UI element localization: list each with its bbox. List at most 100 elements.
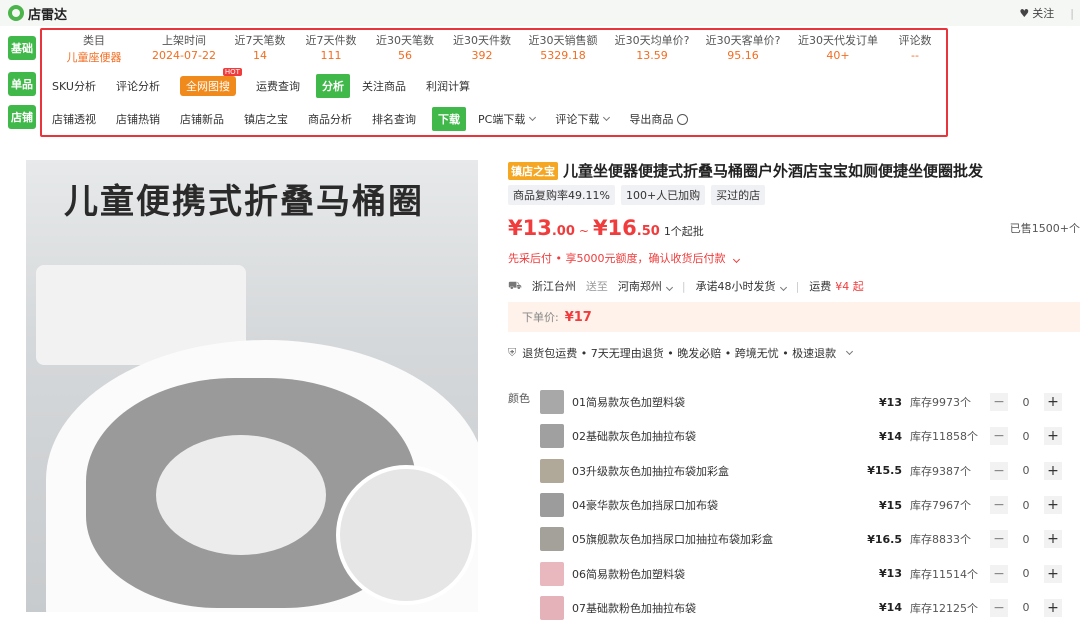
analysis-label[interactable]: 分析: [315, 74, 350, 98]
stat-header: 近30天销售额: [528, 34, 598, 47]
increment-button[interactable]: +: [1044, 598, 1062, 617]
stat-header: 上架时间: [162, 34, 206, 47]
plugin-panel: 类目 上架时间 近7天笔数 近7天件数 近30天笔数 近30天件数 近30天销售…: [40, 28, 948, 137]
quantity-value[interactable]: 0: [1008, 601, 1044, 614]
shop-treasure-button[interactable]: 镇店之宝: [234, 107, 298, 131]
quantity-value[interactable]: 0: [1008, 464, 1044, 477]
decrement-button[interactable]: −: [990, 461, 1008, 480]
decrement-button[interactable]: −: [990, 393, 1008, 412]
decrement-button[interactable]: −: [990, 530, 1008, 549]
price-low-dec: .00: [551, 224, 575, 239]
stat-value: 14: [253, 49, 267, 62]
export-products-label: 导出商品: [629, 113, 674, 126]
review-download-label: 评论下载: [555, 113, 600, 126]
variant-row: 02基础款灰色加抽拉布袋 ¥14 库存11858个 −0 +: [540, 419, 1080, 453]
variant-thumbnail[interactable]: [540, 424, 564, 449]
increment-button[interactable]: +: [1044, 393, 1062, 412]
variant-stock: 库存9387个: [910, 464, 971, 478]
chevron-down-icon: [665, 283, 673, 292]
shop-new-button[interactable]: 店铺新品: [170, 107, 234, 131]
shop-hot-button[interactable]: 店铺热销: [106, 107, 170, 131]
variant-row: 03升级款灰色加抽拉布袋加彩盒 ¥15.5 库存9387个 −0 +: [540, 454, 1080, 488]
variant-thumbnail[interactable]: [540, 458, 564, 483]
variant-stock: 库存7967个: [910, 499, 971, 513]
stat-header: 近30天均单价?: [614, 34, 690, 47]
decrement-button[interactable]: −: [990, 496, 1008, 515]
freight-query-button[interactable]: 运费查询: [246, 74, 310, 98]
image-title: 儿童便携式折叠马桶圈: [64, 182, 424, 222]
decrement-button[interactable]: −: [990, 564, 1008, 583]
tag-basic[interactable]: 基础: [8, 36, 36, 60]
top-bar: 店雷达 ♥ 关注 |: [0, 0, 1080, 26]
review-download-dropdown[interactable]: 评论下载: [545, 107, 619, 131]
variant-name: 07基础款粉色加抽拉布袋: [572, 601, 696, 615]
variant-thumbnail[interactable]: [540, 595, 564, 620]
moq-text: 1个起批: [663, 225, 704, 238]
product-main-image[interactable]: 儿童便携式折叠马桶圈: [26, 160, 478, 612]
decrement-button[interactable]: −: [990, 598, 1008, 617]
increment-button[interactable]: +: [1044, 496, 1062, 515]
hot-badge: HOT: [222, 68, 242, 76]
variant-price: ¥13: [879, 395, 902, 409]
variant-thumbnail[interactable]: [540, 561, 564, 586]
variant-thumbnail[interactable]: [540, 493, 564, 518]
ship-to-dropdown[interactable]: 河南郑州: [618, 278, 673, 294]
variant-price: ¥15.5: [867, 464, 902, 478]
pc-download-label: PC端下载: [478, 113, 526, 126]
quantity-value[interactable]: 0: [1008, 396, 1044, 409]
increment-button[interactable]: +: [1044, 427, 1062, 446]
stat-value[interactable]: 儿童座便器: [42, 49, 146, 65]
increment-button[interactable]: +: [1044, 564, 1062, 583]
increment-button[interactable]: +: [1044, 461, 1062, 480]
stat-header: 近30天客单价?: [705, 34, 781, 47]
freight-label: 运费: [809, 280, 832, 293]
pay-later-row[interactable]: 先采后付 • 享5000元额度，确认收货后付款: [508, 250, 741, 266]
review-analysis-button[interactable]: 评论分析: [106, 74, 170, 98]
stat-value: 13.59: [636, 49, 668, 62]
stats-value-row: 儿童座便器 2024-07-22 14 111 56 392 5329.18 1…: [42, 49, 946, 65]
variant-stock: 库存9973个: [910, 396, 971, 410]
stat-header: 近7天笔数: [234, 34, 286, 47]
tag-shop[interactable]: 店铺: [8, 105, 36, 129]
variant-stock: 库存11858个: [910, 430, 978, 444]
sku-analysis-button[interactable]: SKU分析: [42, 74, 106, 98]
bought-shop-badge[interactable]: 买过的店: [711, 185, 766, 205]
shield-icon: ⛨: [508, 346, 517, 359]
export-products-button[interactable]: 导出商品: [619, 107, 698, 131]
follow-button[interactable]: ♥ 关注: [1019, 5, 1054, 21]
shop-insight-button[interactable]: 店铺透视: [42, 107, 106, 131]
separator: |: [681, 279, 686, 293]
variant-name: 04豪华款灰色加挡尿口加布袋: [572, 499, 718, 513]
variant-thumbnail[interactable]: [540, 527, 564, 552]
pc-download-dropdown[interactable]: PC端下载: [476, 107, 545, 131]
decrement-button[interactable]: −: [990, 427, 1008, 446]
analysis-group: 分析: [310, 74, 360, 98]
chevron-down-icon: [732, 255, 741, 264]
single-product-toolbar: SKU分析 评论分析 全网图搜 HOT 运费查询 分析 关注商品 利润计算: [42, 68, 480, 98]
quantity-value[interactable]: 0: [1008, 567, 1044, 580]
dispatch-dropdown[interactable]: 承诺48小时发货: [696, 278, 787, 294]
variant-stock: 库存12125个: [910, 601, 978, 615]
variant-thumbnail[interactable]: [540, 390, 564, 415]
stat-value: 2024-07-22: [152, 49, 216, 62]
image-search-button[interactable]: 全网图搜 HOT: [170, 68, 246, 98]
quantity-value[interactable]: 0: [1008, 430, 1044, 443]
tag-single-product[interactable]: 单品: [8, 72, 36, 96]
shop-toolbar: 店铺透视 店铺热销 店铺新品 镇店之宝 商品分析 排名查询 下载 PC端下载 评…: [42, 107, 698, 131]
quantity-value[interactable]: 0: [1008, 533, 1044, 546]
service-row[interactable]: ⛨ 退货包运费 • 7天无理由退货 • 晚发必赔 • 跨境无忧 • 极速退款: [508, 345, 854, 361]
increment-button[interactable]: +: [1044, 530, 1062, 549]
price-high-int: ¥16: [592, 216, 637, 240]
variant-name: 05旗舰款灰色加挡尿口加抽拉布袋加彩盒: [572, 533, 773, 547]
stat-header: 评论数: [898, 34, 932, 47]
cart-count-badge: 100+人已加购: [620, 185, 706, 205]
rank-query-button[interactable]: 排名查询: [362, 107, 426, 131]
variant-row: 01简易款灰色加塑料袋 ¥13 库存9973个 −0 +: [540, 385, 1080, 419]
follow-product-button[interactable]: 关注商品: [360, 74, 416, 98]
profit-calc-button[interactable]: 利润计算: [416, 74, 480, 98]
download-label[interactable]: 下载: [432, 107, 466, 131]
product-analysis-button[interactable]: 商品分析: [298, 107, 362, 131]
variant-name: 03升级款灰色加抽拉布袋加彩盒: [572, 464, 729, 478]
services-text: 退货包运费 • 7天无理由退货 • 晚发必赔 • 跨境无忧 • 极速退款: [522, 347, 837, 360]
quantity-value[interactable]: 0: [1008, 499, 1044, 512]
